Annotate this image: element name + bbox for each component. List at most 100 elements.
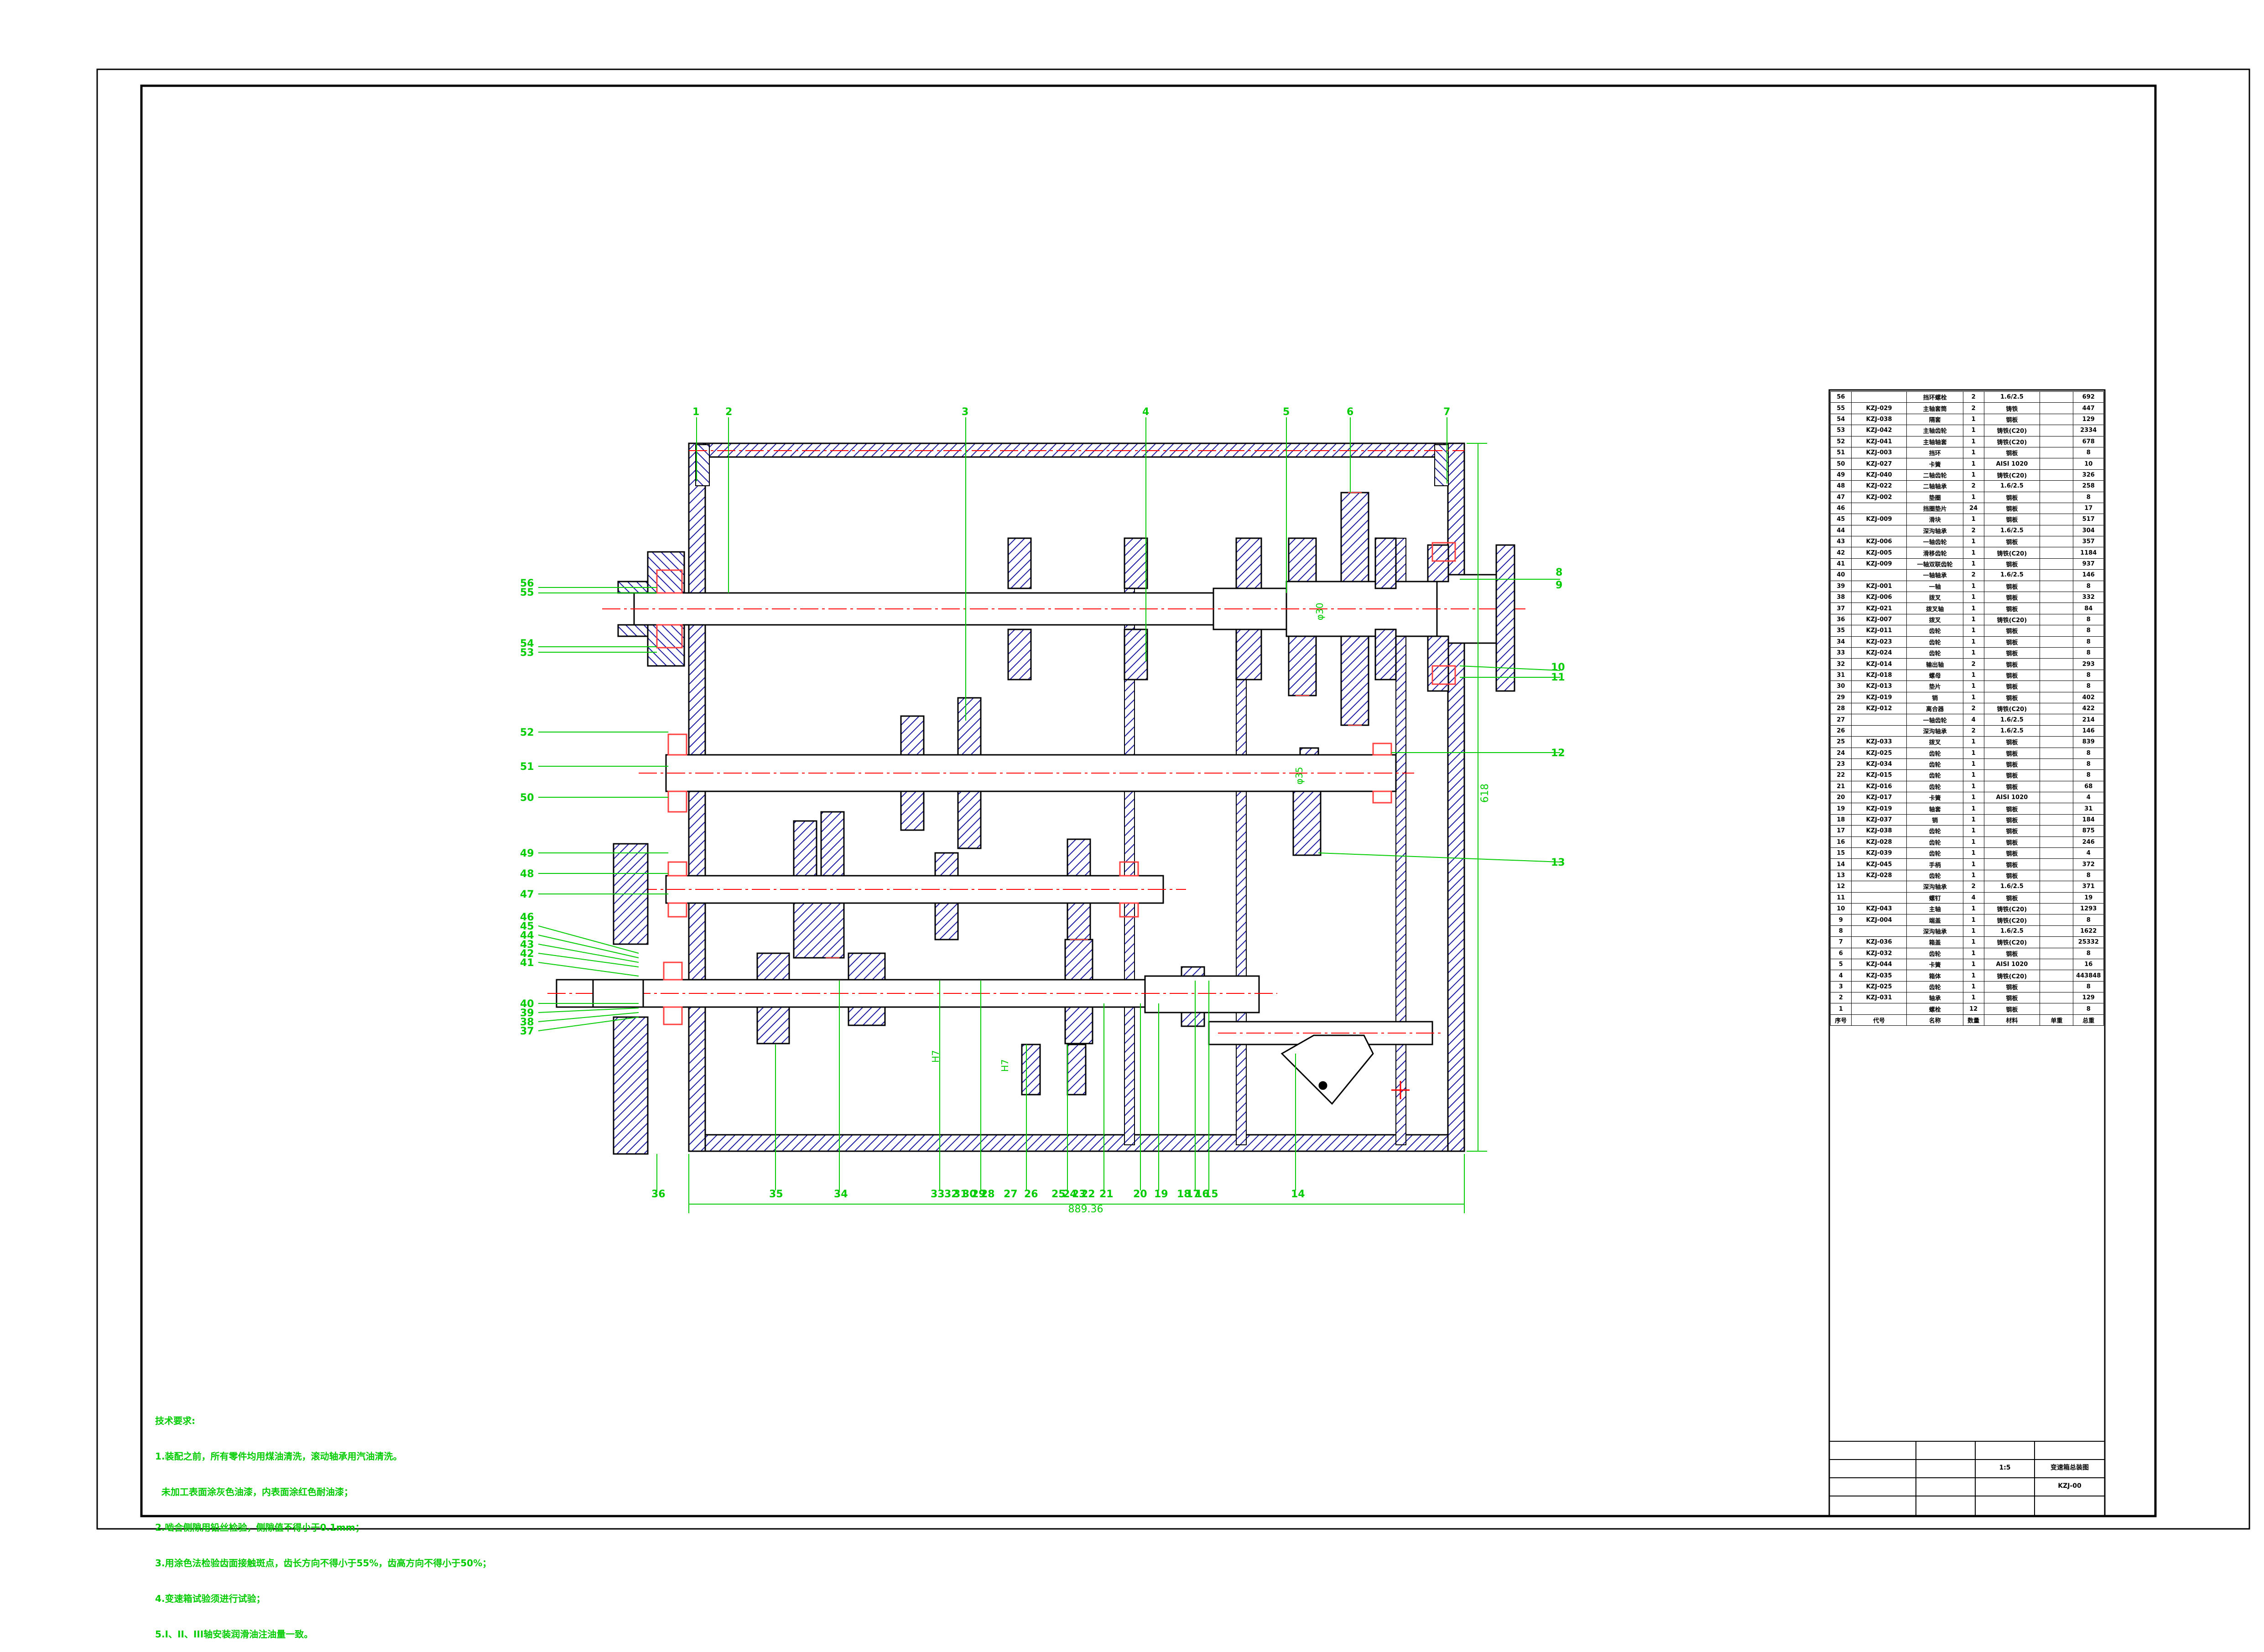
bom-cell — [2040, 1003, 2074, 1015]
bom-cell: 8 — [2073, 636, 2104, 648]
bom-cell — [2040, 881, 2074, 893]
bom-cell: 1 — [1962, 758, 1984, 770]
bom-cell: 一轴轴承 — [1906, 569, 1963, 581]
bom-cell: KZJ-025 — [1851, 981, 1907, 993]
bom-cell — [2040, 702, 2074, 715]
bom-cell: 678 — [2073, 436, 2104, 447]
bom-cell — [2040, 992, 2074, 1004]
bom-cell: 36 — [1830, 613, 1852, 626]
bom-cell: KZJ-033 — [1851, 736, 1907, 748]
bom-cell: KZJ-007 — [1851, 613, 1907, 626]
bom-row: 31 KZJ-018 螺母 1 钢板 8 — [1830, 669, 2104, 681]
bom-row: 41 KZJ-009 一轴双联齿轮 1 钢板 937 — [1830, 558, 2104, 570]
balloon-8: 8 — [1556, 567, 1562, 578]
bom-cell: 铸铁(C20) — [1983, 914, 2040, 926]
bom-row: 51 KZJ-003 挡环 1 钢板 8 — [1830, 447, 2104, 459]
bom-cell: 692 — [2073, 391, 2104, 403]
bom-cell: KZJ-041 — [1851, 436, 1907, 447]
bom-cell: 17 — [1830, 825, 1852, 837]
bom-cell: 24 — [1830, 747, 1852, 759]
bom-row: 46 挡圈垫片 24 钢板 17 — [1830, 502, 2104, 514]
bom-cell: KZJ-028 — [1851, 836, 1907, 848]
bom-cell: 30 — [1830, 681, 1852, 692]
bom-cell: 24 — [1962, 502, 1984, 514]
bom-cell: 深沟轴承 — [1906, 725, 1963, 737]
bom-cell: KZJ-001 — [1851, 580, 1907, 592]
bom-cell: 34 — [1830, 636, 1852, 648]
bom-cell: 钢板 — [1983, 536, 2040, 548]
notes-line-5: 4.变速箱试验须进行试验； — [155, 1593, 265, 1604]
bom-cell: 一轴 — [1906, 580, 1963, 592]
bom-header-row: 序号 代号 名称 数量 材料 单重 总重 — [1830, 1014, 2104, 1026]
bom-cell: 一轴齿轮 — [1906, 714, 1963, 726]
notes-heading: 技术要求: — [155, 1415, 195, 1426]
bom-cell — [2040, 691, 2074, 703]
bom-cell — [2040, 558, 2074, 570]
bom-cell — [2040, 903, 2074, 915]
bom-cell: 铸铁(C20) — [1983, 702, 2040, 715]
bom-cell — [2040, 603, 2074, 614]
bom-cell: KZJ-019 — [1851, 803, 1907, 815]
bom-row: 2 KZJ-031 轴承 1 钢板 129 — [1830, 992, 2104, 1004]
bom-cell: 一轴双联齿轮 — [1906, 558, 1963, 570]
bom-cell: 1 — [1962, 981, 1984, 993]
bom-cell: 钢板 — [1983, 514, 2040, 525]
bom-cell: 18 — [1830, 814, 1852, 826]
bom-cell: 258 — [2073, 480, 2104, 492]
bom-cell: 31 — [2073, 803, 2104, 815]
bom-row: 54 KZJ-038 隔套 1 钢板 129 — [1830, 413, 2104, 426]
bom-row: 13 KZJ-028 齿轮 1 钢板 8 — [1830, 869, 2104, 882]
bom-cell: 1 — [1962, 536, 1984, 548]
bom-cell: 总重 — [2073, 1014, 2104, 1026]
bom-cell: 1 — [1962, 903, 1984, 915]
bom-row: 26 深沟轴承 2 1.6/2.5 146 — [1830, 725, 2104, 737]
balloon-52: 52 — [520, 727, 534, 738]
bom-cell: 垫圈 — [1906, 491, 1963, 503]
title-drawing-no: KZJ-00 — [2058, 1482, 2082, 1490]
bom-cell: KZJ-013 — [1851, 681, 1907, 692]
bom-cell: 钢板 — [1983, 869, 2040, 882]
bom-cell: 1 — [1962, 603, 1984, 614]
bom-cell: 1 — [1962, 970, 1984, 982]
bom-cell: 钢板 — [1983, 892, 2040, 904]
notes-line-3: 2.啮合侧隙用铅丝检验，侧隙值不得小于0.1mm； — [155, 1522, 364, 1533]
bom-row: 50 KZJ-027 卡簧 1 AISI 1020 10 — [1830, 458, 2104, 470]
bom-cell: 钢板 — [1983, 825, 2040, 837]
bom-cell: 8 — [2073, 625, 2104, 637]
bom-cell: 16 — [1830, 836, 1852, 848]
bom-row: 3 KZJ-025 齿轮 1 钢板 8 — [1830, 981, 2104, 993]
title-block-lines — [1829, 1441, 2105, 1517]
bom-row: 12 深沟轴承 2 1.6/2.5 371 — [1830, 881, 2104, 893]
bom-cell: 39 — [1830, 580, 1852, 592]
bom-cell: 8 — [2073, 947, 2104, 959]
balloon-46: 46 — [520, 912, 534, 923]
bom-cell: 48 — [1830, 480, 1852, 492]
bom-cell: 1.6/2.5 — [1983, 925, 2040, 937]
bom-cell — [2040, 536, 2074, 548]
bom-cell: 钢板 — [1983, 603, 2040, 614]
bill-of-materials: 56 挡环螺栓 2 1.6/2.5 692 55 KZJ-029 主轴套筒 2 铸铁 447 54 KZ… — [1830, 391, 2104, 1026]
balloon-56: 56 — [520, 578, 534, 589]
bom-cell — [2040, 681, 2074, 692]
bom-cell: AISI 1020 — [1983, 458, 2040, 470]
bom-cell: KZJ-034 — [1851, 758, 1907, 770]
bom-cell: 47 — [1830, 491, 1852, 503]
bom-cell: 1 — [1962, 736, 1984, 748]
bom-cell — [2040, 502, 2074, 514]
bom-cell: 8 — [2073, 647, 2104, 659]
bom-cell: KZJ-004 — [1851, 914, 1907, 926]
bom-cell: 齿轮 — [1906, 747, 1963, 759]
bom-cell: 钢板 — [1983, 736, 2040, 748]
bom-cell: 16 — [2073, 958, 2104, 971]
balloon-11: 11 — [1551, 672, 1565, 683]
bom-cell: 螺栓 — [1906, 1003, 1963, 1015]
bom-cell — [2040, 858, 2074, 870]
bom-row: 36 KZJ-007 拨叉 1 铸铁(C20) 8 — [1830, 613, 2104, 626]
bom-row: 38 KZJ-006 拨叉 1 钢板 332 — [1830, 592, 2104, 603]
bom-cell: 一轴齿轮 — [1906, 536, 1963, 548]
bom-row: 25 KZJ-033 拨叉 1 钢板 839 — [1830, 736, 2104, 748]
bom-cell: 1 — [1962, 558, 1984, 570]
balloon-32: 32 — [944, 1189, 958, 1200]
bom-cell: 2 — [1962, 725, 1984, 737]
bom-cell: KZJ-009 — [1851, 558, 1907, 570]
